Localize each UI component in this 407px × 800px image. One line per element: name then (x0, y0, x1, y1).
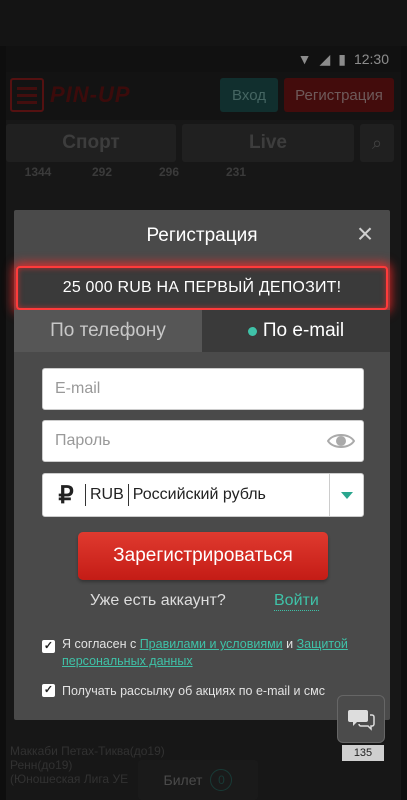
submit-register-button[interactable]: Зарегистрироваться (78, 532, 328, 580)
count-badge: 135 (342, 745, 384, 761)
active-dot-icon (247, 326, 257, 336)
newsletter-checkbox[interactable]: ✓ (42, 684, 55, 697)
agree-and: и (282, 637, 297, 651)
tab-by-email-label: По e-mail (262, 320, 345, 341)
tab-by-phone[interactable]: По телефону (14, 310, 202, 352)
divider (127, 484, 129, 506)
ruble-icon: ₽ (58, 481, 74, 509)
currency-select[interactable]: ₽ RUB Российский рубль (42, 473, 364, 517)
login-link[interactable]: Войти (274, 592, 319, 611)
close-icon[interactable]: × (352, 220, 378, 248)
eye-icon[interactable] (327, 430, 355, 452)
rules-link[interactable]: Правилами и условиями (140, 637, 283, 651)
modal-title: Регистрация (146, 225, 258, 246)
email-field[interactable]: E-mail (42, 368, 364, 410)
agree-text: Я согласен с Правилами и условиями и Защ… (62, 636, 362, 670)
registration-method-tabs: По телефону По e-mail (14, 310, 390, 352)
currency-name: Российский рубль (132, 486, 266, 503)
tab-by-email[interactable]: По e-mail (202, 310, 390, 352)
device-bezel (0, 0, 407, 46)
divider (85, 484, 86, 506)
chevron-down-icon[interactable] (329, 474, 363, 516)
agree-prefix: Я согласен с (62, 637, 140, 651)
modal-header: Регистрация × (14, 210, 390, 262)
have-account-text: Уже есть аккаунт? (90, 592, 226, 609)
promo-banner: 25 000 RUB НА ПЕРВЫЙ ДЕПОЗИТ! (16, 266, 388, 310)
newsletter-text: Получать рассылку об акциях по e-mail и … (62, 684, 326, 698)
currency-code: RUB (90, 486, 124, 503)
registration-modal: Регистрация × 25 000 RUB НА ПЕРВЫЙ ДЕПОЗ… (14, 210, 390, 720)
password-field[interactable]: Пароль (42, 420, 364, 462)
chat-icon[interactable] (337, 695, 385, 743)
agree-checkbox[interactable]: ✓ (42, 640, 55, 653)
password-placeholder: Пароль (55, 432, 111, 449)
